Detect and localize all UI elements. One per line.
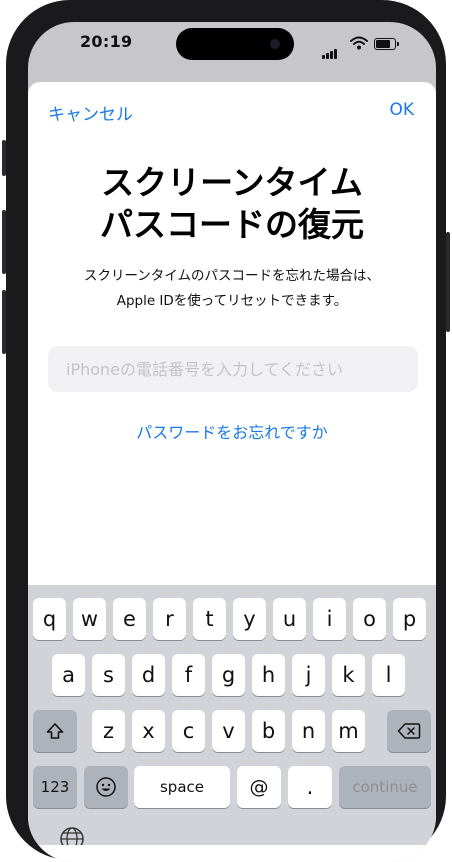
phone-number-field [48, 346, 418, 392]
volume-up-button [2, 210, 6, 274]
description: スクリーンタイムのパスコードを忘れた場合は、 Apple IDを使ってリセットで… [28, 264, 436, 314]
key-g[interactable]: g [212, 654, 245, 696]
key-r[interactable]: r [153, 598, 186, 640]
emoji-key[interactable] [84, 766, 128, 808]
volume-down-button [2, 290, 6, 354]
signal-icon [322, 40, 338, 59]
emoji-icon [96, 776, 116, 797]
description-line-2: Apple IDを使ってリセットできます。 [116, 293, 348, 309]
key-a[interactable]: a [52, 654, 85, 696]
phone-frame: 20:19 キャンセル OK スクリーンタイム パスコードの復元 スクリーンタイ… [2, 0, 450, 862]
numbers-key[interactable]: 123 [33, 766, 77, 808]
status-bar: 20:19 [28, 22, 436, 82]
page-title: スクリーンタイム パスコードの復元 [28, 162, 436, 246]
key-s[interactable]: s [92, 654, 125, 696]
key-w[interactable]: w [73, 598, 106, 640]
ok-button[interactable]: OK [389, 100, 414, 120]
key-u[interactable]: u [273, 598, 306, 640]
backspace-icon [397, 722, 421, 739]
key-y[interactable]: y [233, 598, 266, 640]
key-n[interactable]: n [292, 710, 325, 752]
wifi-icon [350, 35, 368, 54]
key-d[interactable]: d [132, 654, 165, 696]
key-m[interactable]: m [332, 710, 365, 752]
side-button [446, 232, 450, 332]
key-z[interactable]: z [92, 710, 125, 752]
key-j[interactable]: j [292, 654, 325, 696]
key-b[interactable]: b [252, 710, 285, 752]
mute-switch [2, 140, 6, 176]
key-l[interactable]: l [372, 654, 405, 696]
key-c[interactable]: c [172, 710, 205, 752]
camera-lens [270, 39, 280, 49]
screen: 20:19 キャンセル OK スクリーンタイム パスコードの復元 スクリーンタイ… [28, 22, 436, 862]
shift-icon [46, 722, 64, 739]
key-p[interactable]: p [393, 598, 426, 640]
title-line-2: パスコードの復元 [100, 205, 364, 244]
key-t[interactable]: t [193, 598, 226, 640]
battery-icon [374, 38, 399, 50]
key-i[interactable]: i [313, 598, 346, 640]
key-v[interactable]: v [212, 710, 245, 752]
space-key[interactable]: space [134, 766, 230, 808]
description-line-1: スクリーンタイムのパスコードを忘れた場合は、 [83, 268, 381, 284]
at-key[interactable]: @ [237, 766, 281, 808]
key-h[interactable]: h [252, 654, 285, 696]
globe-button[interactable] [58, 825, 86, 845]
period-key[interactable]: . [288, 766, 332, 808]
key-k[interactable]: k [332, 654, 365, 696]
key-x[interactable]: x [132, 710, 165, 752]
dynamic-island [176, 28, 294, 60]
cancel-button[interactable]: キャンセル [48, 100, 133, 125]
key-o[interactable]: o [353, 598, 386, 640]
keyboard: q w e r t y u i o p a s d f g h j k l z … [28, 585, 436, 845]
backspace-key[interactable] [387, 710, 431, 752]
key-f[interactable]: f [172, 654, 205, 696]
shift-key[interactable] [33, 710, 77, 752]
status-time: 20:19 [80, 32, 133, 51]
key-e[interactable]: e [113, 598, 146, 640]
globe-icon [60, 827, 84, 845]
key-q[interactable]: q [33, 598, 66, 640]
title-line-1: スクリーンタイム [101, 163, 363, 202]
phone-number-input[interactable] [48, 346, 418, 392]
continue-key[interactable]: continue [339, 766, 431, 808]
forgot-password-link[interactable]: パスワードをお忘れですか [28, 419, 436, 443]
